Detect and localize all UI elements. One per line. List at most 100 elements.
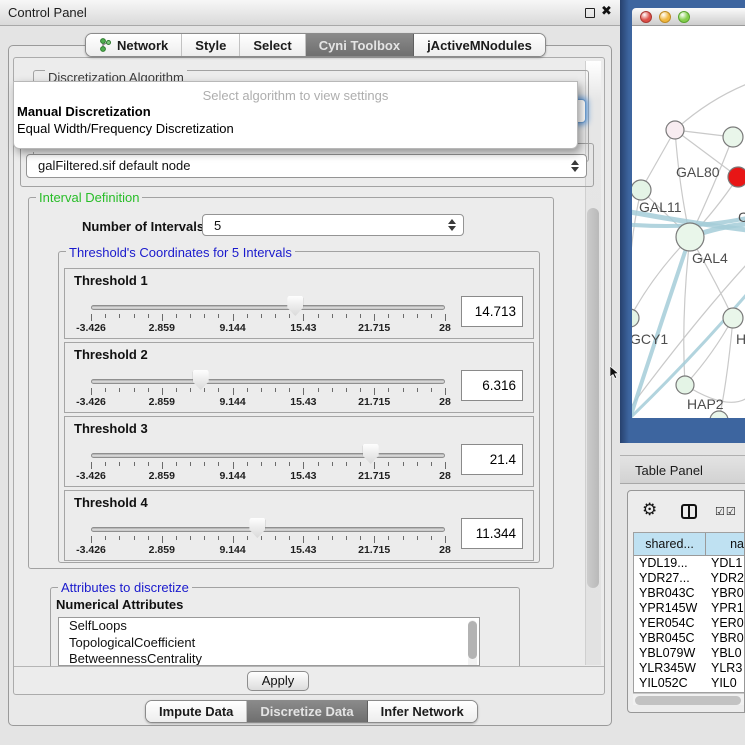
slider-tick [204,462,205,466]
slider-track[interactable] [91,453,445,458]
slider-tick [346,536,347,540]
combo-arrows-icon [571,160,579,172]
slider-tick [332,388,333,392]
table-row[interactable]: YBR043CYBR0 [634,586,744,601]
numerical-attributes-list[interactable]: SelfLoopsTopologicalCoefficientBetweenne… [58,617,480,666]
list-scrollbar-thumb[interactable] [468,621,477,659]
slider-tick [261,536,262,540]
float-window-icon[interactable] [585,8,595,18]
slider-track[interactable] [91,379,445,384]
column-header-name[interactable]: na [706,533,744,555]
num-intervals-spinner[interactable]: 5 [202,214,464,236]
slider-tick [388,462,389,466]
slider-tick [176,462,177,466]
attribute-list-item[interactable]: SelfLoops [59,618,479,635]
table-row[interactable]: YBL079WYBL0 [634,646,744,661]
slider-tick-label: 2.859 [132,322,192,334]
table-row[interactable]: YDL19...YDL1 [634,556,744,571]
threshold-3-value-field[interactable]: 21.4 [461,444,523,475]
slider-tick [360,314,361,318]
table-data-combo[interactable]: galFiltered.sif default node [26,154,587,178]
list-scrollbar-track[interactable] [468,620,477,666]
slider-tick-label: -3.426 [61,322,121,334]
table-row[interactable]: YER054CYER0 [634,616,744,631]
table-hscrollbar-track[interactable] [633,693,744,705]
zoom-traffic-light[interactable] [678,11,690,23]
slider-thumb[interactable] [287,296,303,316]
slider-tick [162,314,163,321]
threshold-4-label: Threshold 4 [74,495,148,510]
slider-tick [275,462,276,466]
slider-track[interactable] [91,305,445,310]
checkbox-icons[interactable]: ☑☑ [715,505,737,518]
slider-tick [303,462,304,469]
close-traffic-light[interactable] [640,11,652,23]
slider-tick [388,388,389,392]
dropdown-prompt-item[interactable]: Select algorithm to view settings [14,88,577,103]
panel-scrollbar-thumb[interactable] [587,208,599,588]
tab-jactivemnodules[interactable]: jActiveMNodules [414,34,545,56]
tab-infer-network[interactable]: Infer Network [368,701,477,722]
network-node [632,180,651,200]
slider-tick-label: 21.715 [344,396,404,408]
slider-tick [176,314,177,318]
tab-select[interactable]: Select [240,34,305,56]
table-row[interactable]: YIL052CYIL0 [634,676,744,691]
slider-tick [332,536,333,540]
gear-icon[interactable]: ⚙ [642,502,657,519]
slider-tick [318,536,319,540]
slider-tick [431,462,432,466]
slider-tick [105,314,106,318]
slider-tick [218,388,219,392]
slider-tick [190,388,191,392]
minimize-traffic-light[interactable] [659,11,671,23]
close-icon[interactable]: ✖ [601,4,612,19]
table-row[interactable]: YDR27...YDR2 [634,571,744,586]
attribute-list-item[interactable]: TopologicalCoefficient [59,635,479,652]
slider-tick [162,536,163,543]
slider-tick [176,388,177,392]
table-row[interactable]: YPR145WYPR1 [634,601,744,616]
panel-title: Control Panel [8,5,87,20]
slider-tick-label: 21.715 [344,544,404,556]
threshold-2-value-field[interactable]: 6.316 [461,370,523,401]
column-header-shared-name[interactable]: shared... [634,533,706,555]
slider-tick [134,462,135,466]
slider-tick-label: -3.426 [61,470,121,482]
slider-tick-label: 2.859 [132,544,192,556]
num-intervals-label: Number of Intervals [82,219,204,234]
tab-discretize-data[interactable]: Discretize Data [247,701,367,722]
table-row[interactable]: YBR045CYBR0 [634,631,744,646]
columns-icon[interactable] [681,504,697,519]
slider-tick [134,314,135,318]
slider-thumb[interactable] [193,370,209,390]
slider-tick [374,536,375,543]
slider-tick [318,388,319,392]
slider-tick [332,462,333,466]
network-canvas[interactable]: GAL80GCGAL11GAL4GCY1HHAP2 [632,26,745,418]
slider-tick [233,388,234,395]
table-hscrollbar-thumb[interactable] [635,696,741,705]
slider-track[interactable] [91,527,445,532]
network-node [728,167,745,187]
threshold-4-value-field[interactable]: 11.344 [461,518,523,549]
attribute-list-item[interactable]: BetweennessCentrality [59,651,479,666]
tab-impute-data[interactable]: Impute Data [146,701,247,722]
slider-tick [403,314,404,318]
tab-style[interactable]: Style [182,34,240,56]
network-node-label: HAP2 [687,396,724,412]
threshold-1-value-field[interactable]: 14.713 [461,296,523,327]
node-table[interactable]: shared... na YDL19...YDL1YDR27...YDR2YBR… [633,532,744,693]
slider-thumb[interactable] [249,518,265,538]
tab-network[interactable]: Network [86,34,182,56]
dropdown-item-equal-width-frequency[interactable]: Equal Width/Frequency Discretization [17,121,234,136]
interval-definition-group-label: Interval Definition [36,190,142,205]
dropdown-item-manual-discretization[interactable]: Manual Discretization [17,104,151,119]
slider-tick [261,314,262,318]
slider-thumb[interactable] [363,444,379,464]
slider-tick [374,462,375,469]
network-window-titlebar[interactable] [632,8,745,26]
table-row[interactable]: YLR345WYLR3 [634,661,744,676]
apply-button[interactable]: Apply [247,671,309,691]
tab-cyni-toolbox[interactable]: Cyni Toolbox [306,34,414,56]
